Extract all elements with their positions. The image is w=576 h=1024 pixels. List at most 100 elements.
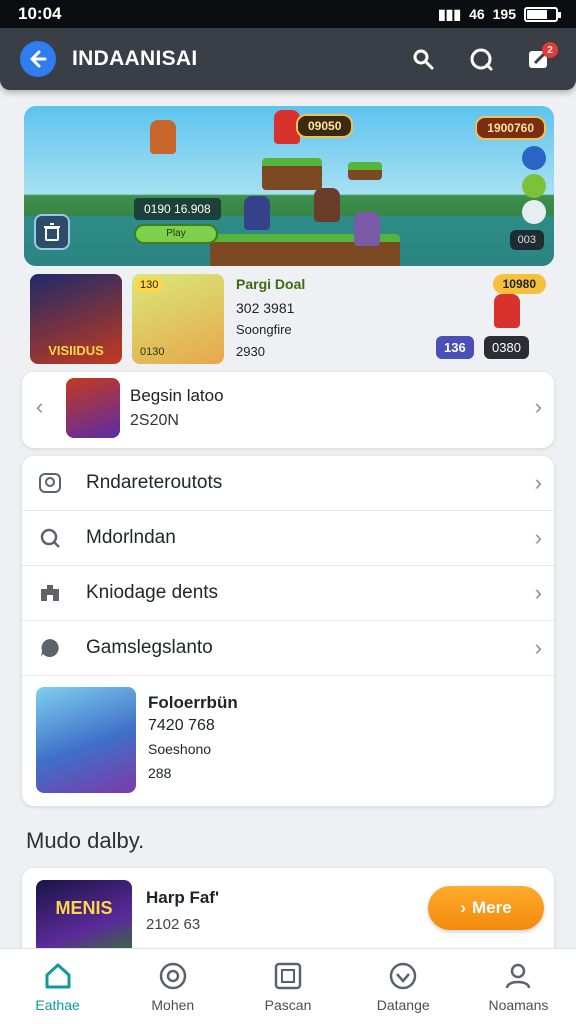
promo-row[interactable]: Foloerrbün 7420 768 Soeshono 288: [22, 677, 554, 805]
chevron-right-icon: ›: [534, 635, 542, 660]
message-icon: [470, 48, 493, 71]
game-card[interactable]: MENIS Harp Faf' 2102 63 › Mere: [22, 868, 554, 958]
game-card-subtitle: 2102 63: [146, 916, 201, 933]
promo-thumbnail: [36, 687, 136, 793]
check-icon[interactable]: [522, 146, 546, 170]
battery-level: 195: [492, 6, 516, 22]
chevron-right-icon: ›: [460, 898, 466, 917]
leaf-icon[interactable]: [522, 174, 546, 198]
home-icon: [45, 963, 71, 988]
nav-label: Datange: [376, 996, 430, 1013]
nav-label: Noamans: [488, 996, 549, 1013]
game-thumbs-row: VISIIDUS 130 0130 Pargi Doal 302 3981 So…: [24, 270, 554, 370]
promo-rating: 288: [148, 765, 172, 781]
search-gear-icon: [36, 524, 64, 552]
character-sprite: [314, 188, 340, 222]
platform: [262, 158, 322, 190]
more-button[interactable]: › Mere: [428, 886, 544, 930]
nav-item-mohen[interactable]: Mohen: [115, 949, 230, 1024]
hero-badge: 003: [509, 230, 544, 250]
thumbnail-label: VISIIDUS: [48, 343, 104, 358]
status-icons: ▮▮▮ 46 195: [437, 5, 561, 23]
signal-icon: ▮▮▮: [437, 5, 462, 22]
person-icon: [506, 963, 531, 988]
hero-play-button[interactable]: Play: [134, 224, 218, 244]
nav-label: Pascan: [264, 996, 312, 1013]
user-settings-icon: [36, 469, 64, 497]
featured-card[interactable]: ‹ Begsin latoo 2S20N ›: [22, 372, 554, 448]
level-badge: 136: [436, 336, 474, 359]
featured-title: Begsin latoo: [130, 386, 224, 405]
character-sprite: [354, 212, 380, 246]
app-title: INDAANISAI: [72, 47, 198, 70]
search-button[interactable]: [406, 42, 440, 76]
list-item[interactable]: Gamslegslanto ›: [22, 621, 554, 676]
battery-icon: [524, 6, 561, 22]
back-button[interactable]: [20, 41, 56, 77]
chevron-right-icon: ›: [534, 580, 542, 605]
character-sprite: [494, 294, 520, 328]
more-button-label: Mere: [471, 898, 512, 917]
list-item-label: Gamslegslanto: [86, 637, 213, 658]
coins-pill: 1900760: [475, 116, 546, 140]
chevron-right-icon[interactable]: ›: [535, 394, 542, 420]
nav-item-home[interactable]: Eathae: [0, 949, 115, 1024]
featured-thumbnail: [66, 378, 120, 438]
app-bar: INDAANISAI 2: [0, 28, 576, 90]
game-thumbnail[interactable]: 130 0130: [132, 274, 224, 364]
square-icon: [274, 962, 302, 989]
promo-tags: Soeshono: [148, 741, 212, 757]
nav-label: Eathae: [35, 996, 80, 1013]
promo-subtitle: 7420 768: [148, 717, 215, 734]
nav-label: Mohen: [151, 996, 195, 1013]
game-card-thumbnail: MENIS: [36, 880, 132, 958]
chevron-right-icon: ›: [534, 470, 542, 495]
status-time: 10:04: [18, 4, 62, 23]
thumbnail-badge: 130: [136, 278, 163, 292]
chat-button[interactable]: [464, 42, 498, 76]
status-bar: 10:04 ▮▮▮ 46 195: [0, 0, 576, 28]
character-sprite: [244, 196, 270, 230]
swirl-icon[interactable]: [522, 200, 546, 224]
featured-subtitle: 2S20N: [130, 412, 179, 429]
game-rating: 2930: [236, 344, 265, 359]
notification-badge: 2: [542, 42, 558, 58]
trash-button[interactable]: [34, 214, 70, 250]
game-tag: Soongfire: [236, 322, 292, 337]
nav-item-noamans[interactable]: Noamans: [461, 949, 576, 1024]
nav-item-pascan[interactable]: Pascan: [230, 949, 345, 1024]
search-icon: [413, 49, 434, 70]
list-item-label: Mdorlndan: [86, 527, 176, 548]
circle-icon: [159, 962, 187, 989]
menu-list: Rndareteroutots › Mdorlndan › Kniodage d…: [22, 456, 554, 806]
people-icon: [36, 579, 64, 607]
hero-info: 0190 16.908: [134, 198, 221, 220]
score-badge: 0380: [484, 336, 529, 359]
chevron-right-icon: ›: [534, 525, 542, 550]
list-item[interactable]: Rndareteroutots ›: [22, 456, 554, 511]
nav-item-datange[interactable]: Datange: [346, 949, 461, 1024]
game-card-title: Harp Faf': [146, 888, 219, 907]
game-thumbnail[interactable]: VISIIDUS: [30, 274, 122, 364]
game-subtitle: 302 3981: [236, 300, 295, 316]
thumbnail-footer: 0130: [140, 346, 165, 358]
score-pill: 09050: [296, 114, 354, 138]
list-item-label: Rndareteroutots: [86, 472, 223, 493]
signal-strength: 46: [469, 6, 485, 22]
bottom-nav: Eathae Mohen Pascan Datange Noamans: [0, 948, 576, 1024]
chat-icon: [36, 634, 64, 662]
section-title: Mudo dalby.: [26, 828, 145, 853]
platform: [348, 162, 382, 180]
hero-banner[interactable]: 09050 1900760 0190 16.908 Play 003: [24, 106, 554, 266]
game-title[interactable]: Pargi Doal: [236, 276, 305, 292]
trash-icon: [44, 223, 60, 241]
character-sprite: [150, 120, 176, 154]
edit-button[interactable]: 2: [522, 42, 558, 76]
list-item[interactable]: Mdorlndan ›: [22, 511, 554, 566]
arrow-left-icon: [30, 50, 47, 68]
list-item[interactable]: Kniodage dents ›: [22, 566, 554, 621]
game-card-thumb-label: MENIS: [55, 898, 113, 918]
shield-icon: [389, 962, 417, 989]
coins-pill: 10980: [492, 274, 546, 294]
chevron-left-icon[interactable]: ‹: [36, 394, 43, 420]
